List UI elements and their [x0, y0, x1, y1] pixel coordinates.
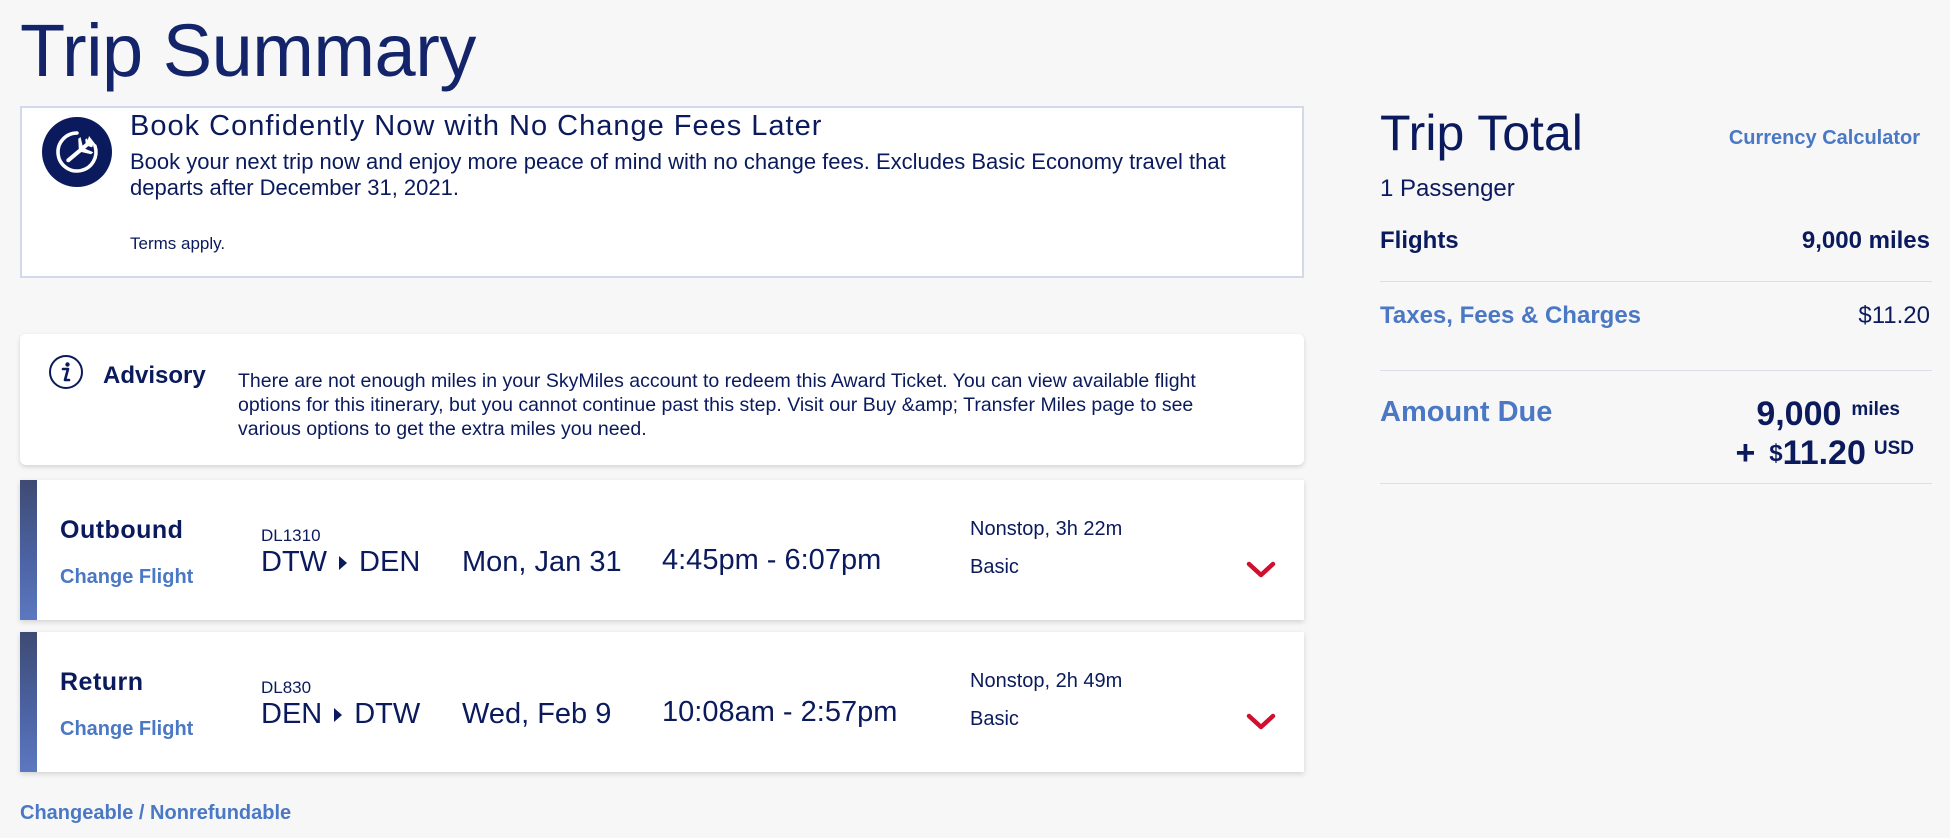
divider — [1380, 483, 1932, 484]
route-arrow-icon — [339, 555, 348, 570]
card-accent-bar — [20, 480, 37, 620]
destination-airport: DEN — [359, 546, 421, 578]
amount-due-label: Amount Due — [1380, 396, 1553, 428]
flights-cost-value: 9,000 miles — [1801, 227, 1930, 254]
route-arrow-icon — [334, 707, 343, 722]
miles-amount: 9,000 — [1756, 395, 1842, 433]
amount-due-usd: + $ 11.20 USD — [1735, 434, 1914, 473]
advisory-title: Advisory — [103, 362, 206, 389]
taxes-fees-link[interactable]: Taxes, Fees & Charges — [1380, 302, 1641, 330]
usd-unit: USD — [1873, 438, 1914, 459]
flight-stops-duration: Nonstop, 3h 22m — [970, 518, 1123, 540]
flight-cabin: Basic — [970, 708, 1019, 730]
destination-airport: DTW — [354, 698, 421, 730]
advisory-text: There are not enough miles in your SkyMi… — [238, 370, 1196, 440]
currency-calculator-link[interactable]: Currency Calculator — [1729, 127, 1920, 150]
flight-time: 4:45pm - 6:07pm — [662, 544, 882, 576]
dollar-sign: $ — [1769, 440, 1783, 467]
passenger-count: 1 Passenger — [1380, 175, 1515, 202]
usd-amount: 11.20 — [1782, 434, 1866, 472]
flight-card-outbound: Outbound Change Flight DL1310 DTW DEN Mo… — [20, 480, 1304, 620]
plus-sign: + — [1735, 434, 1756, 472]
flight-route: DEN DTW — [261, 698, 420, 731]
flight-route: DTW DEN — [261, 546, 420, 579]
miles-unit: miles — [1851, 399, 1900, 420]
promo-title: Book Confidently Now with No Change Fees… — [130, 110, 823, 142]
flight-stops-duration: Nonstop, 2h 49m — [970, 670, 1123, 692]
promo-body: Book your next trip now and enjoy more p… — [130, 149, 1226, 200]
change-flight-link[interactable]: Change Flight — [60, 566, 193, 589]
flight-number: DL830 — [261, 678, 312, 697]
flight-date: Mon, Jan 31 — [462, 546, 622, 578]
flight-card-return: Return Change Flight DL830 DEN DTW Wed, … — [20, 632, 1304, 772]
flights-cost-label: Flights — [1380, 227, 1459, 254]
fare-rules-link[interactable]: Changeable / Nonrefundable — [20, 802, 291, 825]
flight-cabin: Basic — [970, 556, 1019, 578]
advisory-panel: Advisory There are not enough miles in y… — [20, 334, 1304, 465]
plane-circle-icon — [42, 117, 112, 187]
amount-due-miles: 9,000 miles — [1756, 395, 1900, 434]
divider — [1380, 370, 1932, 371]
info-icon — [49, 355, 83, 389]
change-flight-link[interactable]: Change Flight — [60, 718, 193, 741]
chevron-down-icon[interactable] — [1246, 560, 1276, 580]
origin-airport: DEN — [261, 698, 323, 730]
divider — [1380, 281, 1932, 282]
origin-airport: DTW — [261, 546, 328, 578]
flight-date: Wed, Feb 9 — [462, 698, 612, 730]
trip-total-title: Trip Total — [1380, 105, 1583, 161]
flight-direction: Outbound — [60, 516, 184, 544]
card-accent-bar — [20, 632, 37, 772]
taxes-fees-value: $11.20 — [1858, 302, 1930, 329]
flight-number: DL1310 — [261, 526, 321, 545]
promo-terms: Terms apply. — [130, 234, 226, 253]
flight-time: 10:08am - 2:57pm — [662, 696, 898, 728]
page-title: Trip Summary — [20, 9, 476, 92]
chevron-down-icon[interactable] — [1246, 712, 1276, 732]
no-change-fees-banner: Book Confidently Now with No Change Fees… — [20, 106, 1304, 278]
flight-direction: Return — [60, 668, 144, 696]
